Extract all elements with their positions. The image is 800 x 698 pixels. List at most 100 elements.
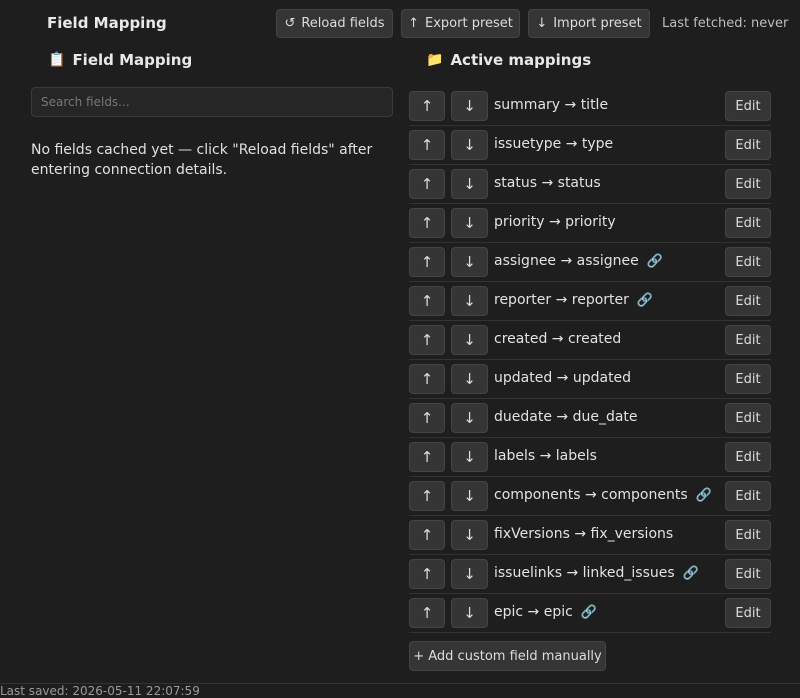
move-down-button[interactable]: ↓ (451, 325, 488, 355)
mapping-label: status → status (494, 175, 601, 191)
edit-mapping-button[interactable]: Edit (725, 169, 771, 199)
edit-mapping-button[interactable]: Edit (725, 481, 771, 511)
move-down-button[interactable]: ↓ (451, 442, 488, 472)
move-up-button[interactable]: ↑ (409, 442, 445, 472)
empty-fields-message: No fields cached yet — click "Reload fie… (31, 142, 373, 178)
move-up-button[interactable]: ↑ (409, 208, 445, 238)
last-saved-status: Last saved: 2026-05-11 22:07:59 (0, 684, 200, 698)
move-down-button[interactable]: ↓ (451, 364, 488, 394)
mapping-text: summary → title (494, 97, 609, 113)
move-down-button[interactable]: ↓ (451, 208, 488, 238)
mapping-row: ↑ ↓ duedate → due_date Edit (409, 399, 771, 438)
mapping-text: duedate → due_date (494, 409, 638, 425)
move-down-button[interactable]: ↓ (451, 286, 488, 316)
move-down-button[interactable]: ↓ (451, 520, 488, 550)
move-up-button[interactable]: ↑ (409, 481, 445, 511)
mapping-row: ↑ ↓ reporter → reporter 🔗 Edit (409, 282, 771, 321)
mapping-label: duedate → due_date (494, 409, 638, 425)
mapping-text: fixVersions → fix_versions (494, 526, 674, 542)
move-down-button[interactable]: ↓ (451, 598, 488, 628)
move-up-button[interactable]: ↑ (409, 130, 445, 160)
mapping-label: assignee → assignee 🔗 (494, 253, 663, 269)
mapping-label: priority → priority (494, 214, 616, 230)
mapping-label: summary → title (494, 97, 608, 113)
folder-icon: 📁 (426, 52, 444, 68)
edit-mapping-button[interactable]: Edit (725, 208, 771, 238)
move-down-button[interactable]: ↓ (451, 247, 488, 277)
last-fetched-status: Last fetched: never (662, 16, 789, 31)
edit-mapping-button[interactable]: Edit (725, 442, 771, 472)
reload-fields-label: Reload fields (301, 16, 385, 31)
move-up-button[interactable]: ↑ (409, 559, 445, 589)
move-down-button[interactable]: ↓ (451, 91, 488, 121)
mapping-label: created → created (494, 331, 621, 347)
active-mappings-list: ↑ ↓ summary → title Edit ↑ ↓ issuetype → type E… (409, 87, 771, 633)
edit-mapping-button[interactable]: Edit (725, 364, 771, 394)
move-up-button[interactable]: ↑ (409, 403, 445, 433)
move-up-button[interactable]: ↑ (409, 169, 445, 199)
link-icon: 🔗 (636, 292, 654, 308)
move-up-button[interactable]: ↑ (409, 325, 445, 355)
mapping-text: assignee → assignee (494, 253, 639, 269)
move-down-button[interactable]: ↓ (451, 130, 488, 160)
mapping-text: created → created (494, 331, 622, 347)
move-up-button[interactable]: ↑ (409, 91, 445, 121)
page-title: Field Mapping (47, 14, 167, 32)
mapping-row: ↑ ↓ created → created Edit (409, 321, 771, 360)
move-down-button[interactable]: ↓ (451, 559, 488, 589)
field-mapping-section-label: Field Mapping (72, 51, 193, 69)
arrow-down-icon: ↓ (536, 16, 548, 31)
edit-mapping-button[interactable]: Edit (725, 403, 771, 433)
move-up-button[interactable]: ↑ (409, 247, 445, 277)
active-mappings-section-label: Active mappings (450, 51, 592, 69)
move-up-button[interactable]: ↑ (409, 598, 445, 628)
move-down-button[interactable]: ↓ (451, 403, 488, 433)
mapping-label: components → components 🔗 (494, 487, 712, 503)
reload-icon: ↺ (284, 16, 296, 31)
edit-mapping-button[interactable]: Edit (725, 559, 771, 589)
move-down-button[interactable]: ↓ (451, 481, 488, 511)
mapping-text: epic → epic (494, 604, 573, 620)
edit-mapping-button[interactable]: Edit (725, 130, 771, 160)
edit-mapping-button[interactable]: Edit (725, 598, 771, 628)
arrow-up-icon: ↑ (408, 16, 420, 31)
add-custom-field-button[interactable]: + Add custom field manually (409, 641, 606, 671)
search-fields-input[interactable] (31, 87, 393, 117)
link-icon: 🔗 (682, 565, 699, 581)
edit-mapping-button[interactable]: Edit (725, 91, 771, 121)
move-up-button[interactable]: ↑ (409, 364, 445, 394)
move-up-button[interactable]: ↑ (409, 286, 445, 316)
mapping-row: ↑ ↓ updated → updated Edit (409, 360, 771, 399)
link-icon: 🔗 (695, 487, 712, 503)
mapping-text: updated → updated (494, 370, 632, 386)
move-down-button[interactable]: ↓ (451, 169, 488, 199)
export-preset-button[interactable]: ↑ Export preset (401, 9, 520, 38)
mapping-row: ↑ ↓ assignee → assignee 🔗 Edit (409, 243, 771, 282)
import-preset-button[interactable]: ↓ Import preset (528, 9, 650, 38)
mapping-row: ↑ ↓ components → components 🔗 Edit (409, 477, 771, 516)
edit-mapping-button[interactable]: Edit (725, 286, 771, 316)
mapping-row: ↑ ↓ status → status Edit (409, 165, 771, 204)
mapping-label: issuetype → type (494, 136, 613, 152)
mapping-label: updated → updated (494, 370, 631, 386)
mapping-text: issuetype → type (494, 136, 614, 152)
export-preset-label: Export preset (425, 16, 513, 31)
mapping-row: ↑ ↓ summary → title Edit (409, 87, 771, 126)
mapping-label: fixVersions → fix_versions (494, 526, 673, 542)
mapping-label: epic → epic 🔗 (494, 604, 597, 620)
mapping-text: priority → priority (494, 214, 616, 230)
mapping-row: ↑ ↓ issuelinks → linked_issues 🔗 Edit (409, 555, 771, 594)
mapping-row: ↑ ↓ fixVersions → fix_versions Edit (409, 516, 771, 555)
edit-mapping-button[interactable]: Edit (725, 325, 771, 355)
edit-mapping-button[interactable]: Edit (725, 247, 771, 277)
edit-mapping-button[interactable]: Edit (725, 520, 771, 550)
reload-fields-button[interactable]: ↺ Reload fields (276, 9, 393, 38)
move-up-button[interactable]: ↑ (409, 520, 445, 550)
link-icon: 🔗 (580, 604, 597, 620)
active-mappings-section-title: 📁 Active mappings (426, 51, 591, 69)
mapping-label: labels → labels (494, 448, 597, 464)
mapping-text: components → components (494, 487, 688, 503)
mapping-text: reporter → reporter (494, 292, 629, 308)
mapping-row: ↑ ↓ issuetype → type Edit (409, 126, 771, 165)
clipboard-icon: 📋 (48, 52, 66, 68)
